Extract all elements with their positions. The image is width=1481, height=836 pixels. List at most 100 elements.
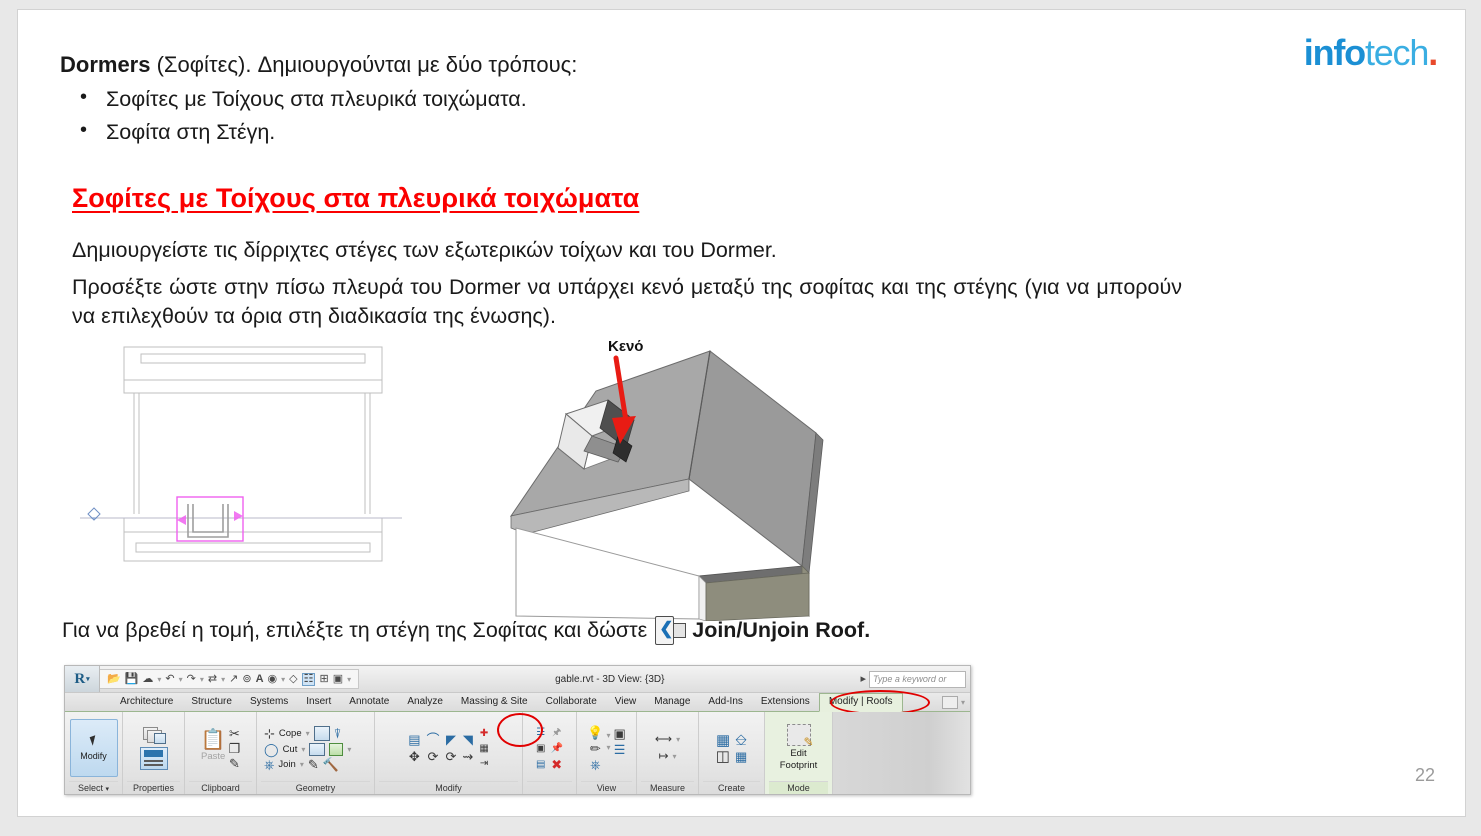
copy-icon[interactable]: ❐: [229, 742, 241, 755]
section-heading: Σοφίτες με Τοίχους στα πλευρικά τοιχώματ…: [72, 183, 640, 213]
trim-extend-icon[interactable]: ⇝: [462, 750, 473, 763]
paint-icon[interactable]: ✎: [308, 758, 319, 771]
tab-massing-site[interactable]: Massing & Site: [452, 693, 537, 711]
cut-geometry-icon[interactable]: ◯: [264, 743, 279, 756]
move-tool-icon[interactable]: ✥: [409, 750, 420, 763]
demolish-icon[interactable]: 🔨: [323, 758, 339, 771]
tab-systems[interactable]: Systems: [241, 693, 297, 711]
measure-dropdown-icon[interactable]: ▾: [676, 735, 680, 744]
tab-view[interactable]: View: [606, 693, 646, 711]
mirror-draw-axis-icon[interactable]: ◥: [463, 733, 473, 746]
panel-view: 💡 ✏ ⎈ ▾ ▾ ▣ ☰ View: [577, 712, 637, 794]
modify-button[interactable]: Modify: [69, 719, 118, 777]
cut-icon[interactable]: ✂: [229, 727, 240, 740]
panel-modify-extra: ☷ ▣ ▤ 🖈 📌 ✖: [523, 712, 577, 794]
edit-group-icon[interactable]: ▤: [536, 758, 545, 771]
redo-icon[interactable]: ↷: [187, 673, 196, 685]
rotate-tool-icon[interactable]: ⟳: [446, 750, 457, 763]
tile-windows-icon[interactable]: ▣: [333, 673, 343, 685]
default-3d-icon[interactable]: ◇: [289, 673, 297, 685]
tab-manage[interactable]: Manage: [645, 693, 699, 711]
dimension-dropdown-icon[interactable]: ▾: [673, 752, 677, 761]
tab-modify-roofs[interactable]: Modify | Roofs: [818, 692, 903, 712]
type-properties-icon[interactable]: [142, 726, 166, 744]
cut-label[interactable]: Cut: [283, 744, 298, 755]
delete-icon[interactable]: ✖: [551, 758, 562, 771]
join-unjoin-roof-ribbon-icon[interactable]: [313, 725, 330, 741]
split-element-icon[interactable]: ✚: [480, 727, 488, 740]
sync-icon[interactable]: ☁: [142, 673, 153, 685]
search-dropdown-icon[interactable]: ▸: [860, 673, 866, 685]
panel-label-geometry: Geometry: [261, 781, 370, 794]
search-input[interactable]: Type a keyword or: [869, 670, 966, 688]
align-icon[interactable]: ↗: [229, 673, 238, 685]
lead-paragraph: Dormers (Σοφίτες). Δημιουργούνται με δύο…: [60, 50, 577, 79]
cope-dropdown-icon[interactable]: ▾: [306, 729, 310, 738]
text-icon[interactable]: A: [256, 673, 264, 685]
offset-tool-icon[interactable]: ⌒: [427, 733, 440, 746]
tab-annotate[interactable]: Annotate: [340, 693, 398, 711]
search-area[interactable]: ▸ Type a keyword or: [860, 670, 966, 688]
filter-paint-icon[interactable]: ✏: [590, 742, 601, 755]
ribbon-tab-strip[interactable]: Architecture Structure Systems Insert An…: [65, 690, 970, 715]
linework-icon[interactable]: ⎈: [590, 758, 600, 771]
measure-between-refs-icon[interactable]: ⟷: [655, 733, 672, 746]
geometry-dropdown-icon[interactable]: ▾: [347, 745, 351, 754]
tab-insert[interactable]: Insert: [297, 693, 340, 711]
pin-icon[interactable]: 📌: [551, 742, 563, 755]
visibility-graphics-icon[interactable]: 💡: [587, 726, 603, 739]
create-group-icon[interactable]: ▦: [716, 733, 730, 748]
create-assembly-icon[interactable]: ▦: [735, 750, 747, 763]
panel-clipboard: 📋 Paste ✂ ❐ ✎ Clipboard: [185, 712, 257, 794]
create-part-icon[interactable]: ◫: [716, 749, 730, 764]
tab-collaborate[interactable]: Collaborate: [537, 693, 606, 711]
wall-joins-icon[interactable]: [309, 742, 326, 756]
open-icon[interactable]: 📂: [107, 673, 121, 685]
revit-app-button[interactable]: R ▾: [65, 666, 100, 692]
cope-icon[interactable]: ⊹: [264, 727, 275, 740]
tab-structure[interactable]: Structure: [182, 693, 241, 711]
match-type-icon[interactable]: ✎: [229, 757, 240, 770]
ribbon-collapse-icon[interactable]: [941, 695, 958, 709]
ribbon-right-controls[interactable]: ▾: [941, 695, 970, 709]
restore-excluded-icon[interactable]: ▣: [536, 742, 545, 755]
measure-icon[interactable]: ⇄: [208, 673, 217, 685]
undo-icon[interactable]: ↶: [165, 673, 174, 685]
cope-label[interactable]: Cope: [279, 728, 302, 739]
panel-mode: ✎ Edit Footprint Mode: [765, 712, 833, 794]
copy-tool-icon[interactable]: ⟳: [428, 750, 439, 763]
override-host-layers-icon[interactable]: ☰: [614, 743, 626, 756]
geometry-misc-icon[interactable]: ⍒: [334, 727, 342, 740]
tab-add-ins[interactable]: Add-Ins: [699, 693, 751, 711]
view-icon[interactable]: ◉: [268, 673, 278, 685]
close-hidden-icon[interactable]: ⊞: [319, 673, 328, 685]
edit-footprint-button[interactable]: ✎ Edit Footprint: [769, 724, 828, 772]
aligned-dimension-icon[interactable]: ↦: [658, 750, 668, 763]
align-tool-icon[interactable]: ▤: [408, 733, 420, 746]
unpin-icon[interactable]: 🖈: [552, 726, 561, 739]
join-label[interactable]: Join: [278, 759, 295, 770]
activate-dimensions-icon[interactable]: ☷: [536, 726, 545, 739]
panel-label-view: View: [581, 781, 632, 794]
ribbon-collapse-dropdown-icon[interactable]: ▾: [961, 698, 965, 707]
save-icon[interactable]: 💾: [125, 673, 139, 685]
panel-label-mode: Mode: [769, 781, 828, 794]
linework-dropdown-icon[interactable]: ▾: [606, 743, 610, 752]
create-similar-icon[interactable]: ⎒: [735, 733, 747, 748]
dimension-icon[interactable]: ⊚: [242, 673, 251, 685]
tab-architecture[interactable]: Architecture: [111, 693, 182, 711]
quick-access-toolbar[interactable]: 📂 💾 ☁ ▾ ↶ ▾ ↷ ▾ ⇄ ▾ ↗ ⊚ A ◉ ▾ ◇ ☷ ⊞ ▣ ▾: [100, 669, 360, 689]
visibility-dropdown-icon[interactable]: ▾: [606, 731, 610, 740]
split-face-icon[interactable]: [329, 742, 344, 756]
scale-icon[interactable]: ⇥: [480, 757, 488, 770]
join-dropdown-icon[interactable]: ▾: [300, 760, 304, 769]
array-icon[interactable]: ▦: [479, 742, 488, 755]
join-geometry-icon[interactable]: ⎈: [264, 758, 274, 771]
show-hidden-lines-icon[interactable]: ▣: [613, 727, 625, 740]
properties-palette-icon[interactable]: [139, 746, 168, 770]
tab-extensions[interactable]: Extensions: [752, 693, 819, 711]
section-box-icon[interactable]: ☷: [301, 672, 316, 686]
cut-dropdown-icon[interactable]: ▾: [301, 745, 305, 754]
mirror-pick-axis-icon[interactable]: ◤: [446, 733, 456, 746]
tab-analyze[interactable]: Analyze: [398, 693, 452, 711]
